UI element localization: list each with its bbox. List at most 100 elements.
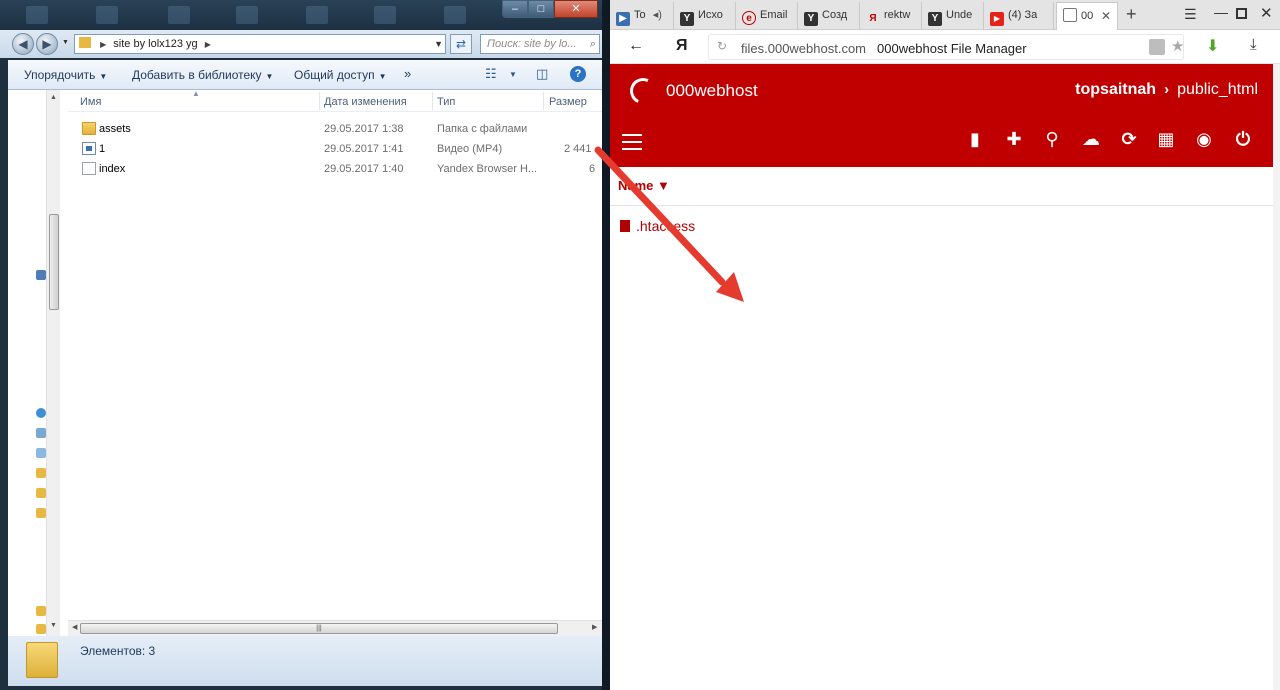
tab-label: Созд [822,9,848,21]
add-icon[interactable]: ✚ [1003,128,1025,150]
scrollbar-thumb[interactable] [49,214,59,310]
taskbar-thumb-icon [236,6,258,24]
audio-playing-icon[interactable]: ◂) [653,9,662,21]
upload-icon[interactable]: ☁ [1080,128,1102,150]
column-divider[interactable] [543,92,544,110]
navigation-scrollbar[interactable]: ▲ ▼ [46,90,60,636]
folder-icon[interactable] [36,468,46,478]
browser-tab[interactable]: Y Созд [798,2,860,30]
computer-icon[interactable] [36,428,46,438]
tab-label: Unde [946,9,973,21]
back-arrow-icon[interactable]: ← [628,37,644,55]
file-row[interactable]: 1 29.05.2017 1:41 Видео (MP4) 2 441 [68,139,602,159]
webhost-brand[interactable]: 000webhost [666,81,758,101]
close-button[interactable]: ✕ [1260,4,1273,22]
webhost-logo-icon[interactable] [626,74,660,108]
file-list-item[interactable]: .htaccess [620,218,695,234]
column-name[interactable]: Имя [80,96,101,108]
chevron-down-icon[interactable]: ▼ [509,70,517,79]
browser-tab-active[interactable]: 00 ✕ [1056,2,1118,30]
close-button[interactable]: ✕ [554,0,598,18]
column-date[interactable]: Дата изменения [324,96,407,108]
file-row[interactable]: assets 29.05.2017 1:38 Папка с файлами [68,119,602,139]
maximize-button[interactable]: □ [528,0,554,18]
refresh-icon[interactable]: ⟳ [1118,128,1140,150]
breadcrumb-user[interactable]: topsaitnah [1075,81,1156,98]
recent-pages-dropdown[interactable]: ▼ [62,39,69,46]
share-label: Общий доступ [294,68,375,82]
yandex-search-tab-icon: Я [869,13,877,24]
drive-icon[interactable] [36,448,46,458]
add-to-library-button[interactable]: Добавить в библиотеку ▼ [132,68,273,82]
refresh-button[interactable]: ⇄ [450,34,472,54]
file-type: Yandex Browser H... [437,163,537,175]
column-size[interactable]: Размер [549,96,587,108]
search-icon[interactable]: ⚲ [1041,128,1063,150]
bookmark-star-icon[interactable]: ★ [1171,37,1184,55]
tab-strip: ▶ To ◂) Y Исхо e Email Y Созд Яrektw Y Unde ▶… [610,0,1280,30]
grid-view-icon[interactable]: ▦ [1155,128,1177,150]
address-bar[interactable]: ▶ site by lolx123 yg ▶ ▼ [74,34,446,54]
search-input[interactable]: Поиск: site by lo... ⌕ [480,34,600,54]
browser-tab[interactable]: ▶ To ◂) [610,2,674,30]
breadcrumb-dir[interactable]: public_html [1177,81,1258,98]
browser-tab[interactable]: e Email [736,2,798,30]
browser-tab[interactable]: Y Исхо [674,2,736,30]
internet-icon[interactable] [36,408,46,418]
downloads-icon[interactable]: ⤓ [1250,36,1257,53]
help-icon[interactable]: ? [570,66,586,82]
breadcrumb-segment[interactable]: site by lolx123 yg [113,38,197,50]
breadcrumb-separator[interactable]: ▶ [205,40,211,49]
url-input[interactable]: ↻ files.000webhost.com 000webhost File M… [708,34,1184,60]
name-column-header[interactable]: Name ▼ [618,178,670,193]
globe-icon[interactable]: ◉ [1193,128,1215,150]
hamburger-menu-icon[interactable] [622,134,642,150]
file-row[interactable]: index 29.05.2017 1:40 Yandex Browser H..… [68,159,602,179]
folder-icon[interactable] [36,606,46,616]
new-file-icon[interactable]: ▮ [964,128,986,150]
more-commands-button[interactable]: » [404,66,411,81]
network-icon[interactable] [36,270,46,280]
share-button[interactable]: Общий доступ ▼ [294,68,387,82]
page-scrollbar[interactable] [1273,64,1280,690]
power-icon[interactable]: ⏻ [1232,128,1254,150]
menu-icon[interactable]: ☰ [1184,6,1197,23]
folder-icon[interactable] [36,624,46,634]
page-title: 000webhost File Manager [877,41,1027,56]
browser-tab[interactable]: ▶ (4) За [984,2,1054,30]
download-extension-icon[interactable]: ⬇ [1206,36,1219,56]
divider [610,205,1273,206]
browser-tab[interactable]: Яrektw [860,2,922,30]
reload-icon[interactable]: ↻ [717,39,727,53]
column-divider[interactable] [432,92,433,110]
close-tab-icon[interactable]: ✕ [1101,3,1111,29]
horizontal-scrollbar[interactable]: ◀ ||| ▶ [68,620,602,636]
scroll-up-icon[interactable]: ▲ [50,94,57,101]
maximize-button[interactable] [1236,8,1247,19]
scroll-left-icon[interactable]: ◀ [72,623,77,631]
yandex-tab-icon: Y [804,12,818,26]
column-divider[interactable] [319,92,320,110]
folder-icon [26,642,58,678]
column-type[interactable]: Тип [437,96,455,108]
back-button[interactable]: ◀ [12,33,34,55]
minimize-button[interactable]: – [502,0,528,18]
scrollbar-thumb[interactable]: ||| [80,623,558,634]
file-size: 2 441 [564,143,592,155]
minimize-button[interactable]: — [1214,4,1228,20]
folder-icon[interactable] [36,508,46,518]
preview-pane-icon[interactable]: ◫ [536,66,548,82]
lock-icon[interactable] [1149,39,1165,55]
address-dropdown-icon[interactable]: ▼ [434,35,443,53]
view-options-icon[interactable]: ☷ [485,66,497,82]
breadcrumb: topsaitnah › public_html [1075,81,1258,99]
scroll-down-icon[interactable]: ▼ [50,622,57,629]
yandex-logo[interactable]: Я [676,37,688,55]
folder-icon[interactable] [36,488,46,498]
forward-button[interactable]: ▶ [36,33,58,55]
organize-button[interactable]: Упорядочить ▼ [24,68,107,82]
new-tab-button[interactable]: + [1126,4,1137,25]
browser-tab[interactable]: Y Unde [922,2,984,30]
scroll-right-icon[interactable]: ▶ [592,623,597,631]
video-file-icon [82,142,96,155]
